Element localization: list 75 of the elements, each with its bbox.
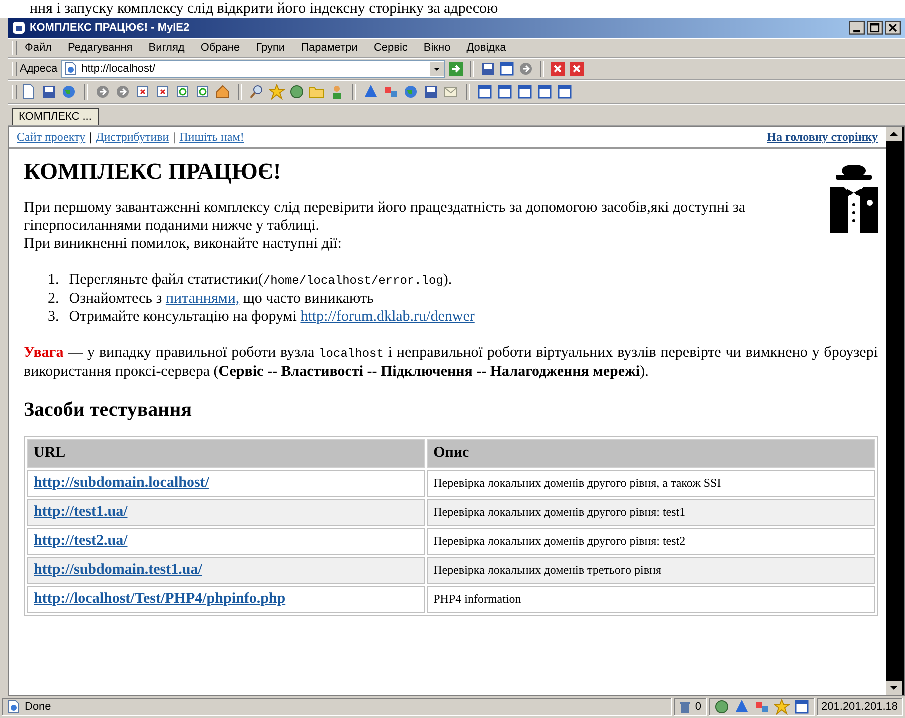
window-icon[interactable]: [517, 84, 533, 100]
table-cell: Перевірка локальних доменів другого рівня, а також SSI: [426, 470, 875, 497]
instruction-text: При виникненні помилок, виконайте наступні дії:: [24, 235, 343, 253]
browser-tab[interactable]: КОМПЛЕКС ...: [12, 108, 99, 125]
column-header: URL: [27, 439, 425, 468]
forward-icon[interactable]: [115, 84, 131, 100]
menu-item[interactable]: Обране: [192, 42, 248, 54]
window-title: КОМПЛЕКС ПРАЦЮЄ! - MyIE2: [30, 22, 191, 34]
page-heading: КОМПЛЕКС ПРАЦЮЄ!: [24, 159, 282, 185]
nav-link[interactable]: Дистрибутиви: [96, 130, 170, 145]
close-page-icon[interactable]: [155, 84, 171, 100]
url-link[interactable]: http://test1.ua/: [34, 504, 128, 520]
search-icon[interactable]: [249, 84, 265, 100]
save-icon[interactable]: [480, 61, 496, 77]
window-icon[interactable]: [497, 84, 513, 100]
list-number: 3.: [48, 308, 60, 326]
close-button[interactable]: [885, 21, 901, 35]
page-icon: [64, 62, 78, 76]
url-link[interactable]: http://subdomain.test1.ua/: [34, 562, 202, 578]
list-item-text: Перегляньте файл статистики(/home/localhost/error.log).: [69, 271, 452, 290]
url-link[interactable]: http://localhost/Test/PHP4/phpinfo.php: [34, 591, 286, 607]
list-item-text: Ознайомтесь з питаннями, що часто виникають: [69, 290, 374, 308]
maximize-button[interactable]: [867, 21, 883, 35]
menu-item[interactable]: Файл: [17, 42, 60, 54]
table-cell: Перевірка локальних доменів другого рівня: test1: [426, 499, 875, 526]
globe-icon[interactable]: [61, 84, 77, 100]
menu-item[interactable]: Вікно: [416, 42, 459, 54]
table-cell: Перевірка локальних доменів другого рівня: test2: [426, 528, 875, 555]
separator-text: |: [90, 130, 92, 145]
save-icon[interactable]: [41, 84, 57, 100]
scrollbar[interactable]: [886, 127, 904, 695]
trash-icon[interactable]: [679, 700, 692, 714]
table-cell: Перевірка локальних доменів третього рівня: [426, 557, 875, 584]
menu-item[interactable]: Параметри: [293, 42, 366, 54]
url-link[interactable]: http://test2.ua/: [34, 533, 128, 549]
star-icon[interactable]: [774, 699, 790, 715]
nav-link[interactable]: Сайт проекту: [17, 130, 86, 145]
window-icon[interactable]: [498, 61, 515, 77]
list-item-text: Отримайте консультацію на форумі http://forum.dklab.ru/denwer: [69, 308, 475, 326]
minimize-button[interactable]: [849, 21, 865, 35]
ip-address: 201.201.201.18: [822, 701, 898, 713]
page-icon: [7, 700, 21, 714]
list-number: 2.: [48, 290, 60, 308]
warning-paragraph: Увага — у випадку правильної роботи вузла localhost і неправильної роботи віртуальних вузлів перевірте чи вимкнено у броузері використання проксі-сервера (Сервіс -- Властивості -- Підключення -- Налагодження мережі).: [24, 344, 878, 381]
address-label: Адреса: [20, 63, 58, 75]
address-field[interactable]: http://localhost/: [60, 60, 445, 78]
close-page-icon[interactable]: [135, 84, 151, 100]
globe-icon[interactable]: [403, 84, 419, 100]
column-header: Опис: [426, 439, 875, 468]
menu-item[interactable]: Редагування: [60, 42, 141, 54]
window-icon[interactable]: [794, 699, 810, 715]
menu-item[interactable]: Групи: [248, 42, 294, 54]
table-cell: PHP4 information: [426, 586, 875, 613]
status-text: Done: [25, 701, 52, 713]
back-icon[interactable]: [95, 84, 111, 100]
separator-text: |: [173, 130, 176, 145]
list-number: 1.: [48, 271, 60, 290]
intro-paragraph: При першому завантаженні комплексу слід перевірити його працездатність за допомогою засобів,які доступні за гіперпосиланнями поданими нижче у таблиці.: [24, 199, 747, 235]
new-page-icon[interactable]: [21, 84, 37, 100]
nav-link[interactable]: Пишіть нам!: [180, 130, 244, 145]
trash-count: 0: [695, 701, 702, 713]
app-icon: [12, 21, 26, 35]
butler-drawing: [828, 163, 880, 235]
close-icon[interactable]: [568, 61, 585, 77]
text-link[interactable]: http://forum.dklab.ru/denwer: [300, 309, 475, 325]
menu-item[interactable]: Довідка: [458, 42, 514, 54]
close-icon[interactable]: [550, 61, 566, 77]
text-link[interactable]: питаннями,: [166, 291, 240, 307]
menu-item[interactable]: Сервіс: [366, 42, 416, 54]
go-button[interactable]: [448, 61, 464, 77]
home-link[interactable]: На головну сторінку: [767, 130, 878, 145]
home-icon[interactable]: [215, 84, 231, 100]
url-link[interactable]: http://subdomain.localhost/: [34, 475, 210, 491]
menu-item[interactable]: Вигляд: [140, 42, 193, 54]
section-heading: Засоби тестування: [24, 399, 194, 422]
